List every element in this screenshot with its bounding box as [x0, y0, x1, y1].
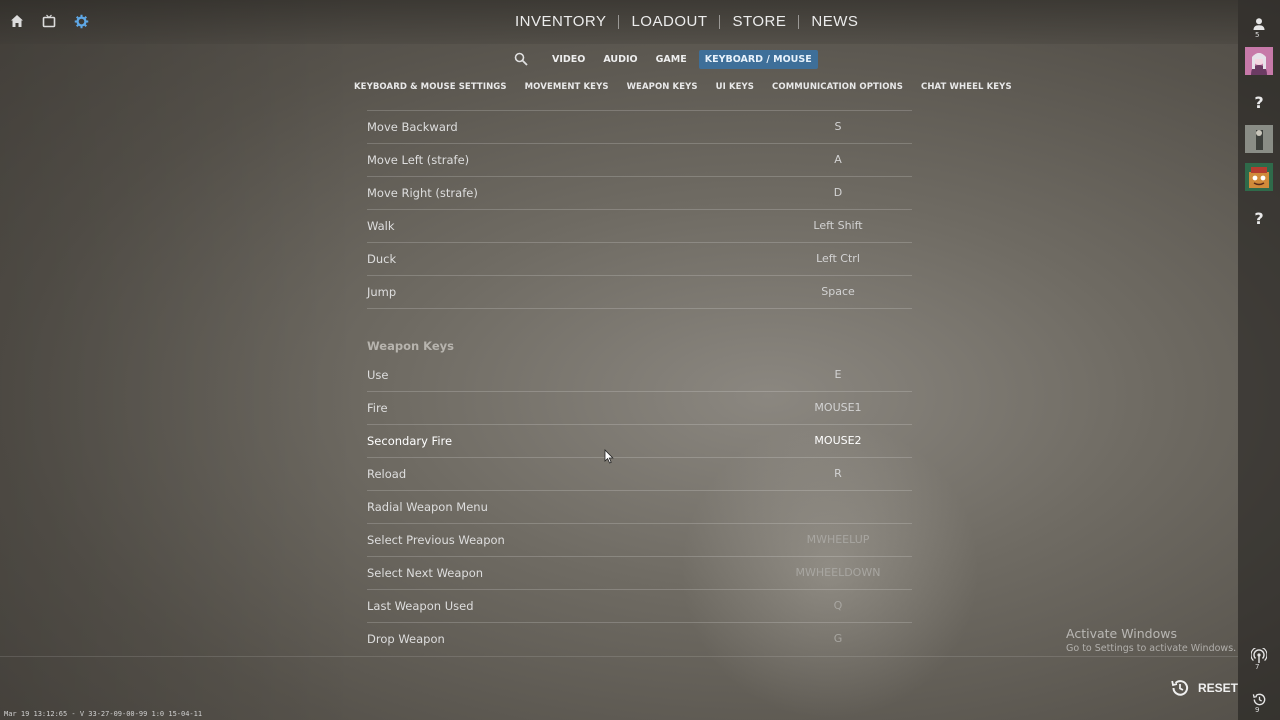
avatar[interactable]	[1245, 163, 1273, 191]
keybind-row[interactable]: Duck Left Ctrl	[367, 243, 912, 276]
keybind-row[interactable]: Select Next Weapon MWHEELDOWN	[367, 557, 912, 590]
action-label: Walk	[367, 219, 395, 233]
section-tab-keyboard-mouse-settings[interactable]: KEYBOARD & MOUSE SETTINGS	[354, 82, 507, 92]
key-binding[interactable]: S	[772, 120, 904, 133]
activate-windows-subtitle: Go to Settings to activate Windows.	[1066, 643, 1237, 654]
section-tab-ui-keys[interactable]: UI KEYS	[716, 82, 754, 92]
keybind-row[interactable]: Last Weapon Used Q	[367, 590, 912, 623]
keybind-row[interactable]: Move Backward S	[367, 111, 912, 144]
action-label: Jump	[367, 285, 397, 299]
section-tabs: KEYBOARD & MOUSE SETTINGS MOVEMENT KEYS …	[354, 82, 1012, 92]
action-label: Last Weapon Used	[367, 599, 474, 613]
gear-icon[interactable]	[72, 12, 90, 30]
action-label: Select Next Weapon	[367, 566, 484, 580]
weapon-keys-heading: Weapon Keys	[367, 339, 455, 353]
action-label: Select Previous Weapon	[367, 533, 505, 547]
key-binding[interactable]: D	[772, 186, 904, 199]
mouse-cursor-icon	[604, 449, 614, 468]
key-binding[interactable]: MWHEELDOWN	[772, 566, 904, 579]
divider	[0, 656, 1238, 657]
antenna-icon	[1251, 648, 1267, 663]
keybind-row[interactable]: Select Previous Weapon MWHEELUP	[367, 524, 912, 557]
key-binding[interactable]: E	[772, 368, 904, 381]
action-label: Radial Weapon Menu	[367, 500, 488, 514]
tab-audio[interactable]: AUDIO	[597, 50, 643, 69]
keybind-row[interactable]: Jump Space	[367, 276, 912, 309]
section-tab-chat-wheel-keys[interactable]: CHAT WHEEL KEYS	[921, 82, 1012, 92]
settings-tabs: VIDEO AUDIO GAME KEYBOARD / MOUSE	[510, 48, 818, 70]
main-nav: INVENTORY LOADOUT STORE NEWS	[503, 13, 870, 30]
question-icon: ?	[1254, 208, 1264, 228]
keybind-row-hovered[interactable]: Secondary Fire MOUSE2	[367, 425, 912, 458]
action-label: Move Right (strafe)	[367, 186, 478, 200]
activate-windows-watermark: Activate Windows Go to Settings to activ…	[1066, 626, 1236, 654]
tab-video[interactable]: VIDEO	[546, 50, 591, 69]
nav-store[interactable]: STORE	[720, 13, 798, 30]
key-binding[interactable]: MOUSE2	[772, 434, 904, 447]
keybind-row[interactable]: Move Right (strafe) D	[367, 177, 912, 210]
background-shade	[0, 0, 360, 720]
key-binding[interactable]: Left Ctrl	[772, 252, 904, 265]
key-binding[interactable]: R	[772, 467, 904, 480]
key-binding[interactable]: Left Shift	[772, 219, 904, 232]
home-icon[interactable]	[8, 12, 26, 30]
nav-inventory[interactable]: INVENTORY	[503, 13, 618, 30]
keybind-row[interactable]: Drop Weapon G	[367, 623, 912, 655]
keybind-row[interactable]: Radial Weapon Menu	[367, 491, 912, 524]
person-icon	[1253, 18, 1265, 30]
top-left-icons	[8, 12, 90, 30]
action-label: Use	[367, 368, 389, 382]
nav-news[interactable]: NEWS	[799, 13, 870, 30]
key-binding[interactable]: MWHEELUP	[772, 533, 904, 546]
key-binding[interactable]: Q	[772, 599, 904, 612]
friends-count: 5	[1255, 31, 1260, 39]
question-icon: ?	[1254, 92, 1264, 112]
avatar[interactable]	[1245, 125, 1273, 153]
section-tab-movement-keys[interactable]: MOVEMENT KEYS	[525, 82, 609, 92]
action-label: Duck	[367, 252, 397, 266]
tv-icon[interactable]	[40, 12, 58, 30]
keybind-row[interactable]: Move Left (strafe) A	[367, 144, 912, 177]
key-binding[interactable]: A	[772, 153, 904, 166]
unknown-friend-button[interactable]: ?	[1245, 204, 1273, 232]
action-label: Fire	[367, 401, 388, 415]
keybind-row[interactable]: Use E	[367, 359, 912, 392]
avatar[interactable]	[1245, 47, 1273, 75]
action-label: Reload	[367, 467, 407, 481]
history-icon	[1252, 693, 1265, 705]
unknown-friend-button[interactable]: ?	[1245, 88, 1273, 116]
key-binding[interactable]: MOUSE1	[772, 401, 904, 414]
reset-label: RESET	[1198, 681, 1239, 695]
version-text: Mar 19 13:12:65 - V 33-27-09-00-99 1:0 1…	[4, 710, 203, 718]
nav-loadout[interactable]: LOADOUT	[619, 13, 719, 30]
search-icon[interactable]	[510, 48, 532, 70]
activate-windows-title: Activate Windows	[1066, 626, 1177, 641]
key-binding[interactable]: G	[772, 632, 904, 645]
key-binding[interactable]: Space	[772, 285, 904, 298]
keybind-list: Move Backward S Move Left (strafe) A Mov…	[367, 110, 912, 655]
action-label: Move Backward	[367, 120, 458, 134]
action-label: Move Left (strafe)	[367, 153, 470, 167]
keybind-row[interactable]: Fire MOUSE1	[367, 392, 912, 425]
action-label: Drop Weapon	[367, 632, 445, 646]
tab-game[interactable]: GAME	[650, 50, 693, 69]
keybind-row[interactable]: Walk Left Shift	[367, 210, 912, 243]
section-heading: Weapon Keys	[367, 309, 912, 359]
broadcast-count: 7	[1255, 663, 1260, 671]
reset-icon	[1171, 680, 1189, 696]
action-label: Secondary Fire	[367, 434, 453, 448]
section-tab-weapon-keys[interactable]: WEAPON KEYS	[627, 82, 698, 92]
keybind-row[interactable]: Reload R	[367, 458, 912, 491]
right-sidebar: 5 ? ? 7 9	[1238, 0, 1280, 720]
reset-button[interactable]: RESET	[1170, 678, 1238, 698]
top-bar: INVENTORY LOADOUT STORE NEWS	[0, 0, 1238, 44]
section-tab-communication-options[interactable]: COMMUNICATION OPTIONS	[772, 82, 903, 92]
history-count: 9	[1255, 706, 1260, 714]
tab-keyboard-mouse[interactable]: KEYBOARD / MOUSE	[698, 49, 818, 69]
